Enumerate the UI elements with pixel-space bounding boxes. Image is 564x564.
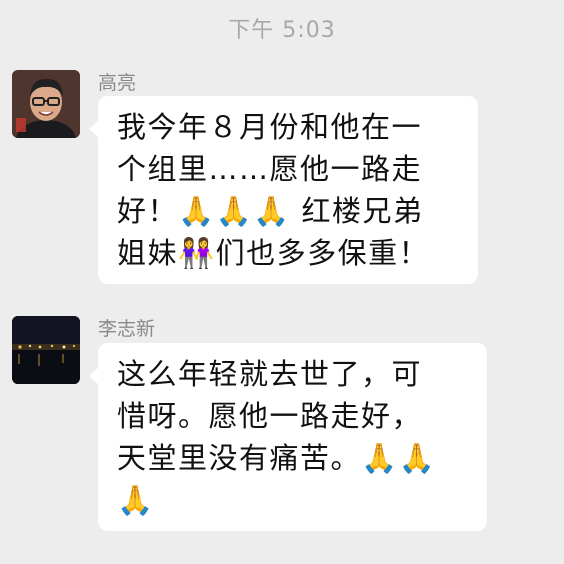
message-line: 好！🙏🙏🙏 红楼兄弟 [117, 194, 424, 228]
avatar[interactable] [12, 316, 80, 384]
message-timestamp: 下午 5:03 [228, 18, 336, 43]
avatar-man-glasses-icon [12, 70, 80, 138]
message-line: 🙏 [117, 483, 155, 517]
message-bubble[interactable]: 我今年８月份和他在一 个组里……愿他一路走 好！🙏🙏🙏 红楼兄弟 姐妹👭们也多多… [89, 96, 478, 284]
message-line: 个组里……愿他一路走 [117, 152, 423, 186]
message-line: 天堂里没有痛苦。🙏🙏 [117, 441, 437, 475]
sender-name: 李志新 [98, 318, 156, 340]
message-line: 我今年８月份和他在一 [117, 110, 423, 144]
message-line: 这么年轻就去世了，可 [117, 357, 423, 391]
avatar-night-city-icon [12, 316, 80, 384]
message-line: 惜呀。愿他一路走好， [117, 399, 423, 433]
sender-name: 高亮 [98, 72, 137, 94]
avatar[interactable] [12, 70, 80, 138]
message-bubble[interactable]: 这么年轻就去世了，可 惜呀。愿他一路走好， 天堂里没有痛苦。🙏🙏 🙏 [89, 343, 487, 531]
message-line: 姐妹👭们也多多保重！ [117, 236, 430, 270]
chat-screen: 下午 5:03 高亮 我今年８月份和他在一 个组里……愿他一路走 好！🙏🙏🙏 红… [0, 0, 564, 564]
